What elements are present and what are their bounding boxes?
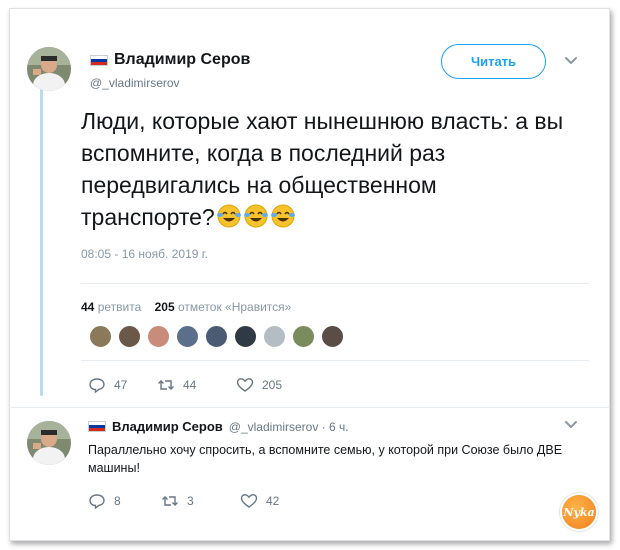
liker-avatar[interactable]: [320, 324, 345, 349]
author-name[interactable]: Владимир Серов: [114, 51, 250, 69]
retweet-icon: [162, 496, 178, 506]
reply-author-handle[interactable]: @_vladimirserov · 6 ч.: [229, 420, 349, 434]
tweet-stats: 44 ретвита 205 отметок «Нравится»: [81, 300, 291, 314]
retweet-count: 44: [183, 378, 197, 392]
liker-avatar[interactable]: [291, 324, 316, 349]
author-handle[interactable]: @_vladimirserov: [90, 76, 180, 90]
chevron-down-icon[interactable]: [563, 416, 579, 432]
reply-text: Параллельно хочу спросить, а вспомните с…: [88, 443, 563, 475]
reply-count: 8: [114, 494, 121, 508]
laughing-emoji-icon: [215, 204, 242, 230]
likers-avatars: [88, 324, 345, 349]
retweet-count: 3: [187, 494, 194, 508]
heart-icon: [236, 378, 254, 392]
liker-avatar[interactable]: [117, 324, 142, 349]
likes-count[interactable]: 205: [155, 300, 175, 314]
reply-action[interactable]: 8: [88, 492, 161, 510]
russia-flag-icon: [88, 421, 106, 432]
retweets-count[interactable]: 44: [81, 300, 94, 314]
divider: [9, 407, 610, 408]
retweet-icon: [158, 380, 174, 390]
divider: [81, 283, 589, 284]
heart-icon: [240, 494, 258, 508]
like-action[interactable]: 205: [236, 376, 282, 394]
reply-author-name[interactable]: Владимир Серов: [112, 419, 223, 434]
like-count: 205: [262, 378, 283, 392]
reply-action[interactable]: 47: [88, 376, 157, 394]
reply-icon: [89, 494, 105, 510]
watermark-logo: Nyka: [560, 493, 598, 531]
retweet-action[interactable]: 44: [157, 376, 236, 394]
russia-flag-icon: [90, 54, 108, 66]
liker-avatar[interactable]: [146, 324, 171, 349]
tweet-timestamp[interactable]: 08:05 - 16 нояб. 2019 г.: [81, 247, 208, 261]
liker-avatar[interactable]: [262, 324, 287, 349]
like-action[interactable]: 42: [240, 492, 279, 510]
reply-author-avatar[interactable]: [27, 421, 71, 465]
tweet-body: Люди, которые хают нынешнюю власть: а вы…: [81, 108, 564, 230]
thread-line: [40, 84, 43, 396]
reply-count: 47: [114, 378, 128, 392]
author-header: Владимир Серов: [90, 51, 250, 69]
laughing-emoji-icon: [269, 204, 296, 230]
divider: [81, 360, 589, 361]
reply-actions: 8 3 42: [88, 492, 279, 510]
like-count: 42: [266, 494, 280, 508]
tweet-text: Люди, которые хают нынешнюю власть: а вы…: [81, 105, 571, 233]
liker-avatar[interactable]: [204, 324, 229, 349]
liker-avatar[interactable]: [233, 324, 258, 349]
laughing-emoji-icon: [242, 204, 269, 230]
retweet-action[interactable]: 3: [161, 492, 240, 510]
reply-icon: [89, 378, 105, 394]
author-avatar[interactable]: [27, 47, 71, 91]
tweet-actions: 47 44 205: [88, 376, 282, 394]
retweets-label[interactable]: ретвита: [98, 300, 142, 314]
reply-author-header: Владимир Серов @_vladimirserov · 6 ч.: [88, 419, 349, 434]
likes-label[interactable]: отметок «Нравится»: [178, 300, 291, 314]
liker-avatar[interactable]: [175, 324, 200, 349]
liker-avatar[interactable]: [88, 324, 113, 349]
chevron-down-icon[interactable]: [563, 52, 579, 68]
follow-button[interactable]: Читать: [441, 44, 546, 79]
